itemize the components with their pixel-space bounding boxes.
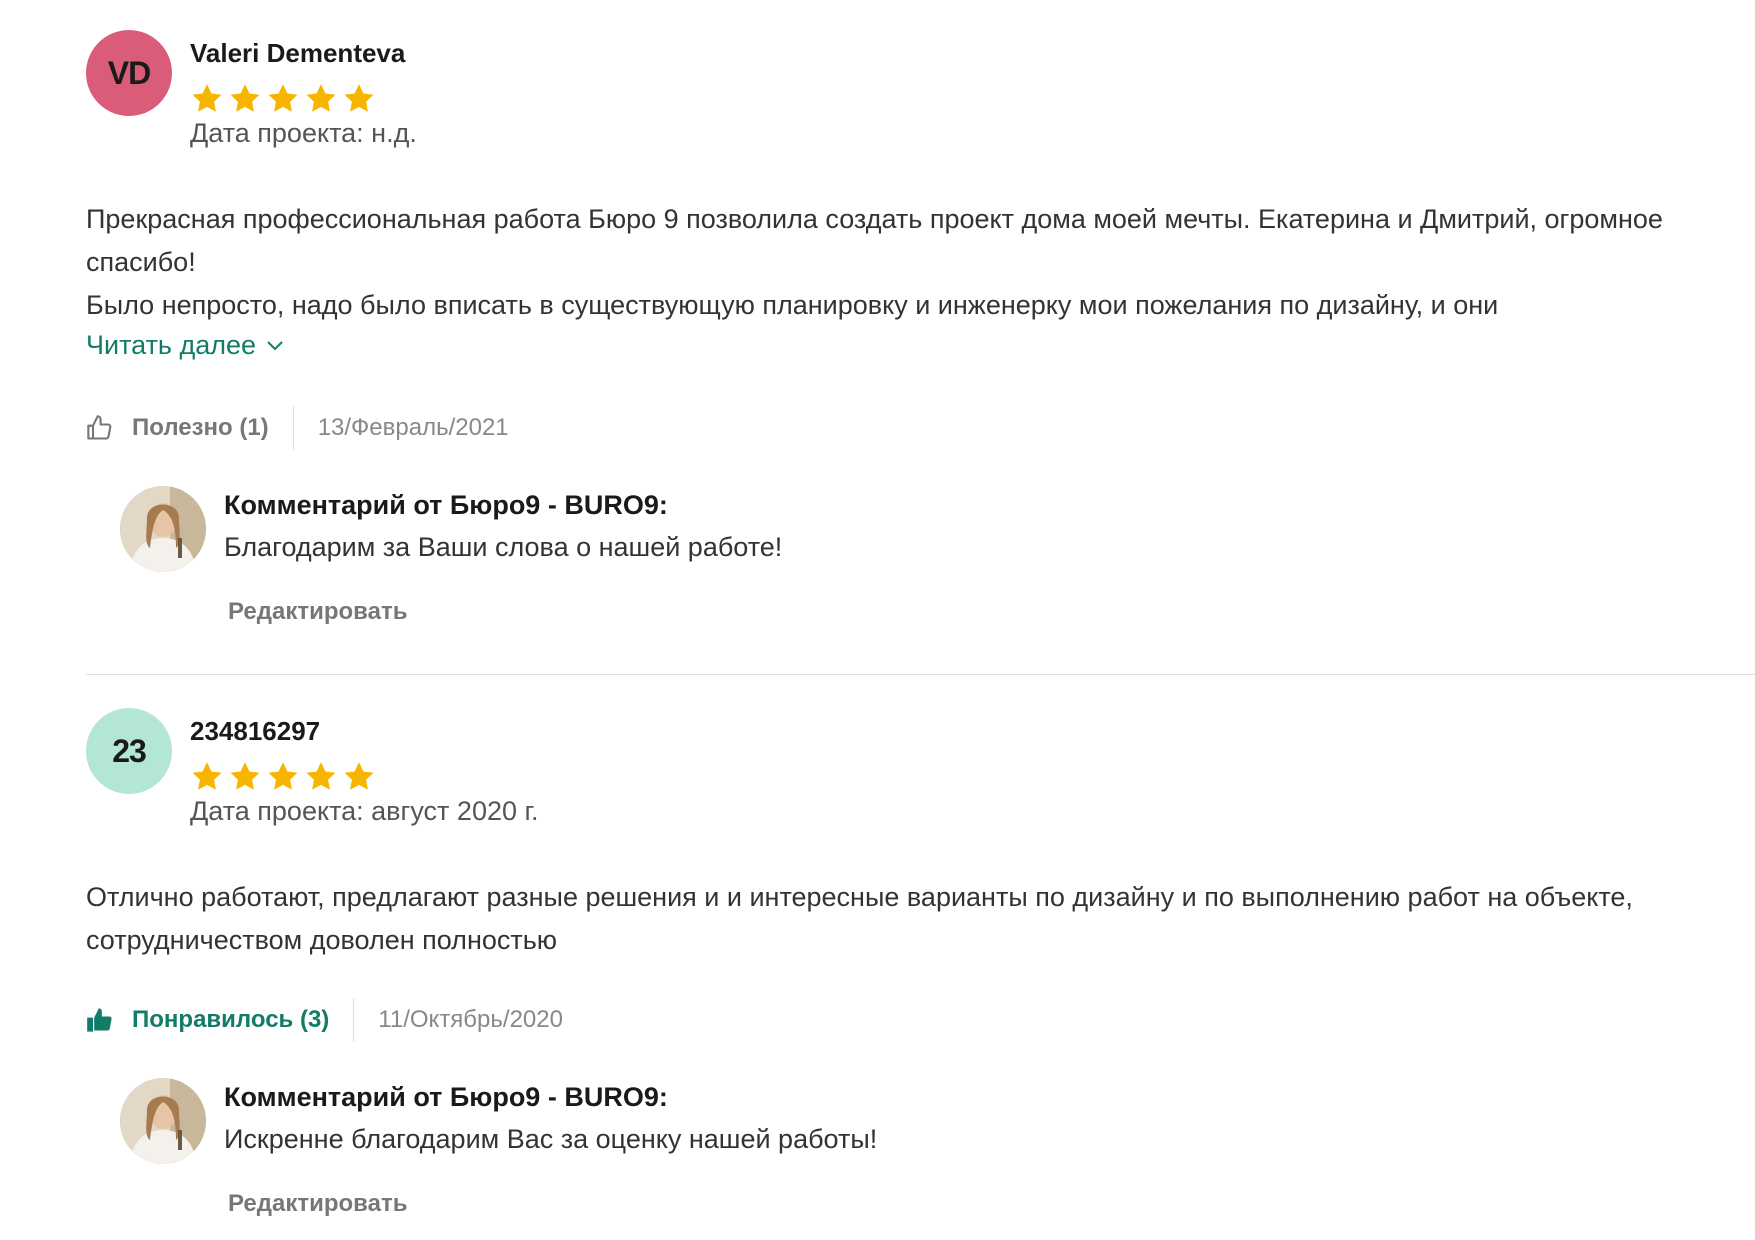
review-text-line: Было непросто, надо было вписать в сущес… (86, 290, 1499, 320)
star-icon (192, 84, 222, 112)
star-icon (306, 84, 336, 112)
chevron-down-icon (267, 340, 283, 350)
thumbs-up-outline-icon (87, 415, 112, 440)
review-text: Прекрасная профессиональная работа Бюро … (86, 198, 1726, 327)
edit-reply-link[interactable]: Редактировать (228, 1190, 407, 1218)
owner-avatar (120, 486, 206, 572)
star-rating (190, 760, 376, 794)
like-button[interactable]: Понравилось (3) (86, 998, 355, 1042)
reply-title: Комментарий от Бюро9 - BURO9: (224, 490, 668, 520)
star-icon (230, 84, 260, 112)
reply-title: Комментарий от Бюро9 - BURO9: (224, 1082, 668, 1112)
review-date: 11/Октябрь/2020 (378, 1006, 563, 1033)
review-text-line: Прекрасная профессиональная работа Бюро … (86, 204, 1663, 277)
review-text-line: Отлично работают, предлагают разные реше… (86, 882, 1633, 955)
star-icon (306, 762, 336, 790)
thumbs-up-filled-icon (87, 1008, 112, 1032)
star-icon (344, 762, 374, 790)
review-divider (86, 674, 1755, 675)
review-date: 13/Февраль/2021 (317, 414, 509, 441)
avatar[interactable]: 23 (86, 708, 172, 794)
reply-text: Благодарим за Ваши слова о нашей работе! (224, 532, 783, 562)
read-more-link[interactable]: Читать далее (86, 330, 284, 361)
edit-reply-link[interactable]: Редактировать (228, 598, 407, 626)
owner-avatar (120, 1078, 206, 1164)
helpful-button[interactable]: Полезно (1) (86, 406, 294, 450)
star-icon (192, 762, 222, 790)
star-icon (268, 84, 298, 112)
author-name[interactable]: 234816297 (190, 716, 320, 747)
star-rating (190, 82, 376, 116)
author-name[interactable]: Valeri Dementeva (190, 38, 405, 69)
project-date: Дата проекта: август 2020 г. (190, 796, 539, 826)
reviews-page: VD Valeri Dementeva Дата проекта: н.д. П… (0, 0, 1755, 1240)
review-text: Отлично работают, предлагают разные реше… (86, 876, 1726, 962)
review-actions: Полезно (1) 13/Февраль/2021 (86, 406, 509, 450)
review-actions: Понравилось (3) 11/Октябрь/2020 (86, 998, 563, 1042)
read-more-label: Читать далее (86, 330, 257, 360)
avatar-initials: 23 (112, 732, 147, 769)
avatar-initials: VD (107, 54, 151, 91)
owner-photo-icon (120, 1078, 206, 1164)
project-date: Дата проекта: н.д. (190, 118, 417, 148)
helpful-label: Полезно (1) (132, 414, 269, 441)
avatar[interactable]: VD (86, 30, 172, 116)
star-icon (230, 762, 260, 790)
reply-text: Искренне благодарим Вас за оценку нашей … (224, 1124, 878, 1154)
star-icon (344, 84, 374, 112)
like-label: Понравилось (3) (132, 1006, 330, 1033)
owner-photo-icon (120, 486, 206, 572)
star-icon (268, 762, 298, 790)
